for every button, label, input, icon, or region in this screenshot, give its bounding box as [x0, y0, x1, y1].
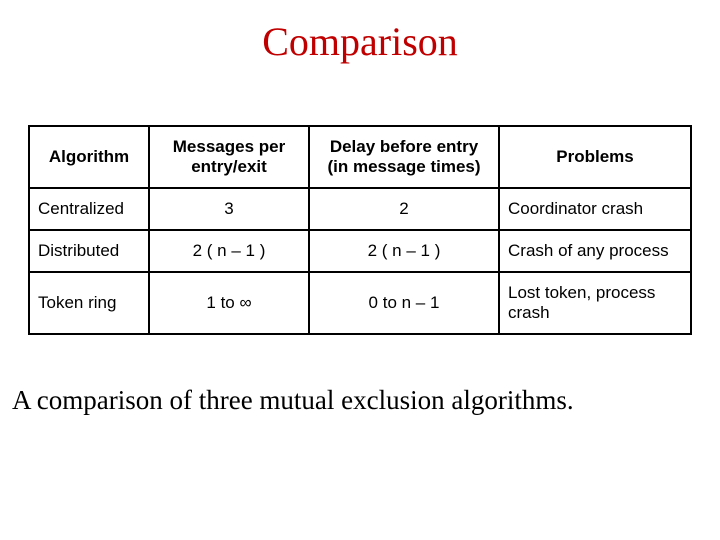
cell-problems: Lost token, process crash — [499, 272, 691, 334]
table-row: Distributed 2 ( n – 1 ) 2 ( n – 1 ) Cras… — [29, 230, 691, 272]
cell-algorithm: Distributed — [29, 230, 149, 272]
caption-text: A comparison of three mutual exclusion a… — [0, 335, 720, 416]
cell-delay: 2 — [309, 188, 499, 230]
table-row: Centralized 3 2 Coordinator crash — [29, 188, 691, 230]
cell-messages: 3 — [149, 188, 309, 230]
comparison-table: Algorithm Messages per entry/exit Delay … — [28, 125, 692, 335]
table-row: Token ring 1 to ∞ 0 to n – 1 Lost token,… — [29, 272, 691, 334]
cell-problems: Coordinator crash — [499, 188, 691, 230]
cell-delay: 2 ( n – 1 ) — [309, 230, 499, 272]
cell-algorithm: Centralized — [29, 188, 149, 230]
cell-problems: Crash of any process — [499, 230, 691, 272]
page-title: Comparison — [0, 0, 720, 75]
header-messages: Messages per entry/exit — [149, 126, 309, 188]
cell-messages: 1 to ∞ — [149, 272, 309, 334]
cell-delay: 0 to n – 1 — [309, 272, 499, 334]
table-container: Algorithm Messages per entry/exit Delay … — [0, 75, 720, 335]
header-problems: Problems — [499, 126, 691, 188]
header-delay: Delay before entry (in message times) — [309, 126, 499, 188]
cell-messages: 2 ( n – 1 ) — [149, 230, 309, 272]
table-header-row: Algorithm Messages per entry/exit Delay … — [29, 126, 691, 188]
header-algorithm: Algorithm — [29, 126, 149, 188]
cell-algorithm: Token ring — [29, 272, 149, 334]
